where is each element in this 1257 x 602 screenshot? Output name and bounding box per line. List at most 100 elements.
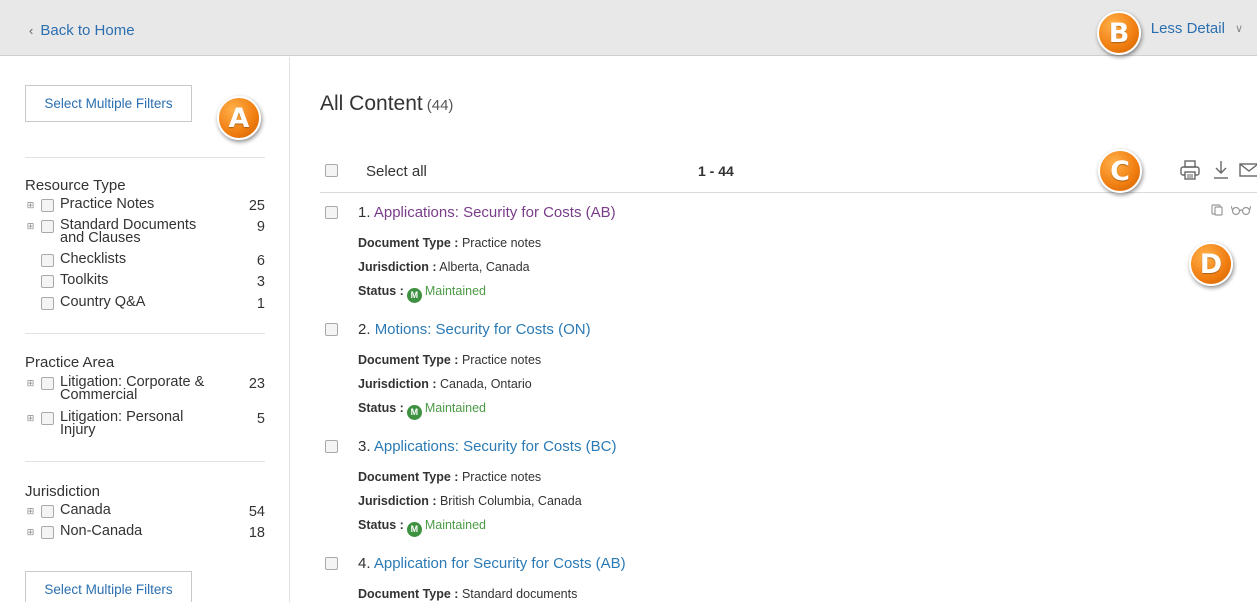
expand-icon[interactable]: ⊞	[25, 377, 36, 388]
checkbox[interactable]	[41, 297, 54, 310]
result-actions	[1211, 204, 1251, 216]
status-value: Maintained	[424, 401, 486, 415]
download-icon[interactable]	[1210, 159, 1234, 183]
result-title-text: Applications: Security for Costs (AB)	[373, 204, 616, 221]
filter-item-non-canada[interactable]: ⊞ Non-Canada 18	[25, 524, 265, 541]
jurisdiction-label: Jurisdiction :	[358, 377, 437, 391]
page-title: All Content (44)	[320, 92, 453, 116]
doc-type-label: Document Type :	[358, 353, 459, 367]
result-status: Status : M Maintained	[358, 518, 486, 537]
result-jurisdiction: Jurisdiction : Alberta, Canada	[358, 260, 530, 274]
result-title-link[interactable]: 1. Applications: Security for Costs (AB)	[358, 204, 616, 221]
divider	[25, 333, 265, 334]
print-icon[interactable]	[1179, 159, 1203, 183]
filter-label: Standard Documents and Clauses	[60, 217, 197, 246]
filter-count: 25	[248, 198, 265, 214]
result-checkbox[interactable]	[325, 557, 338, 570]
doc-type-value: Practice notes	[461, 470, 542, 484]
checkbox[interactable]	[41, 254, 54, 267]
result-title-text: Applications: Security for Costs (BC)	[373, 438, 617, 455]
doc-type-label: Document Type :	[358, 236, 459, 250]
result-checkbox[interactable]	[325, 440, 338, 453]
result-doc-type: Document Type : Practice notes	[358, 236, 541, 250]
page-title-text: All Content	[320, 92, 423, 115]
status-label: Status :	[358, 518, 404, 532]
status-value: Maintained	[424, 518, 486, 532]
result-jurisdiction: Jurisdiction : British Columbia, Canada	[358, 494, 582, 508]
filter-count: 5	[256, 411, 265, 427]
add-to-folder-icon[interactable]	[1211, 204, 1223, 216]
jurisdiction-value: British Columbia, Canada	[439, 494, 582, 508]
filter-label: Litigation: Corporate & Commercial	[60, 374, 205, 403]
email-icon[interactable]	[1238, 159, 1257, 183]
result-title-text: Motions: Security for Costs (ON)	[374, 321, 591, 338]
less-detail-toggle[interactable]: Less Detail ∨	[1151, 20, 1243, 37]
filter-item-practice-notes[interactable]: ⊞ Practice Notes 25	[25, 196, 265, 214]
jurisdiction-value: Canada, Ontario	[439, 377, 532, 391]
result-doc-type: Document Type : Practice notes	[358, 470, 541, 484]
doc-type-value: Standard documents	[461, 587, 578, 601]
result-number: 4.	[358, 555, 371, 572]
result-doc-type: Document Type : Practice notes	[358, 353, 541, 367]
expand-icon[interactable]: ⊞	[25, 220, 36, 231]
result-status: Status : M Maintained	[358, 401, 486, 420]
result-jurisdiction: Jurisdiction : Canada, Ontario	[358, 377, 532, 391]
result-title-link[interactable]: 3. Applications: Security for Costs (BC)	[358, 438, 616, 455]
jurisdiction-label: Jurisdiction :	[358, 494, 437, 508]
filter-label: Checklists	[60, 251, 127, 267]
filter-group-title-resource-type: Resource Type	[25, 177, 126, 194]
checkbox[interactable]	[41, 220, 54, 233]
maintained-status-icon: M	[406, 287, 422, 303]
filter-item-country-qa[interactable]: Country Q&A 1	[25, 294, 265, 311]
jurisdiction-label: Jurisdiction :	[358, 260, 437, 274]
filter-item-checklists[interactable]: Checklists 6	[25, 251, 265, 268]
filter-label: Practice Notes	[60, 196, 155, 212]
checkbox[interactable]	[41, 199, 54, 212]
expand-icon[interactable]: ⊞	[25, 199, 36, 210]
filter-count: 23	[248, 376, 265, 392]
expand-icon[interactable]: ⊞	[25, 412, 36, 423]
result-title-link[interactable]: 2. Motions: Security for Costs (ON)	[358, 321, 591, 338]
status-label: Status :	[358, 401, 404, 415]
preview-glasses-icon[interactable]	[1231, 204, 1251, 216]
checkbox[interactable]	[41, 275, 54, 288]
filter-item-standard-documents[interactable]: ⊞ Standard Documents and Clauses 9	[25, 217, 265, 246]
filter-count: 3	[256, 274, 265, 290]
doc-type-value: Practice notes	[461, 236, 542, 250]
result-title-link[interactable]: 4. Application for Security for Costs (A…	[358, 555, 626, 572]
status-value: Maintained	[424, 284, 486, 298]
jurisdiction-value: Alberta, Canada	[439, 260, 530, 274]
filter-item-canada[interactable]: ⊞ Canada 54	[25, 502, 265, 520]
result-doc-type: Document Type : Standard documents	[358, 587, 577, 601]
filter-item-litigation-corporate[interactable]: ⊞ Litigation: Corporate & Commercial 23	[25, 374, 265, 403]
checkbox[interactable]	[41, 505, 54, 518]
checkbox[interactable]	[41, 526, 54, 539]
less-detail-label: Less Detail	[1150, 20, 1225, 37]
doc-type-label: Document Type :	[358, 587, 459, 601]
checkbox[interactable]	[41, 377, 54, 390]
divider	[25, 461, 265, 462]
result-number: 2.	[358, 321, 371, 338]
select-multiple-filters-button-top[interactable]: Select Multiple Filters	[25, 85, 192, 122]
select-all-checkbox[interactable]	[325, 164, 338, 177]
filter-label: Toolkits	[60, 272, 109, 288]
result-checkbox[interactable]	[325, 323, 338, 336]
doc-type-label: Document Type :	[358, 470, 459, 484]
maintained-status-icon: M	[406, 521, 422, 537]
filter-label: Canada	[60, 502, 111, 518]
expand-icon[interactable]: ⊞	[25, 526, 36, 537]
filter-group-title-jurisdiction: Jurisdiction	[25, 483, 101, 500]
filter-item-toolkits[interactable]: Toolkits 3	[25, 272, 265, 290]
filter-label: Country Q&A	[60, 294, 146, 310]
back-to-home-link[interactable]: ‹ Back to Home	[29, 22, 135, 39]
expand-icon[interactable]: ⊞	[25, 505, 36, 516]
checkbox[interactable]	[41, 412, 54, 425]
filter-count: 9	[256, 219, 265, 235]
result-checkbox[interactable]	[325, 206, 338, 219]
select-multiple-filters-button-bottom[interactable]: Select Multiple Filters	[25, 571, 192, 602]
status-label: Status :	[358, 284, 404, 298]
callout-badge-b: B	[1097, 11, 1141, 55]
chevron-down-icon: ∨	[1234, 23, 1243, 35]
filter-item-litigation-personal-injury[interactable]: ⊞ Litigation: Personal Injury 5	[25, 410, 265, 438]
filter-sidebar: Select Multiple Filters Resource Type ⊞ …	[0, 57, 290, 602]
